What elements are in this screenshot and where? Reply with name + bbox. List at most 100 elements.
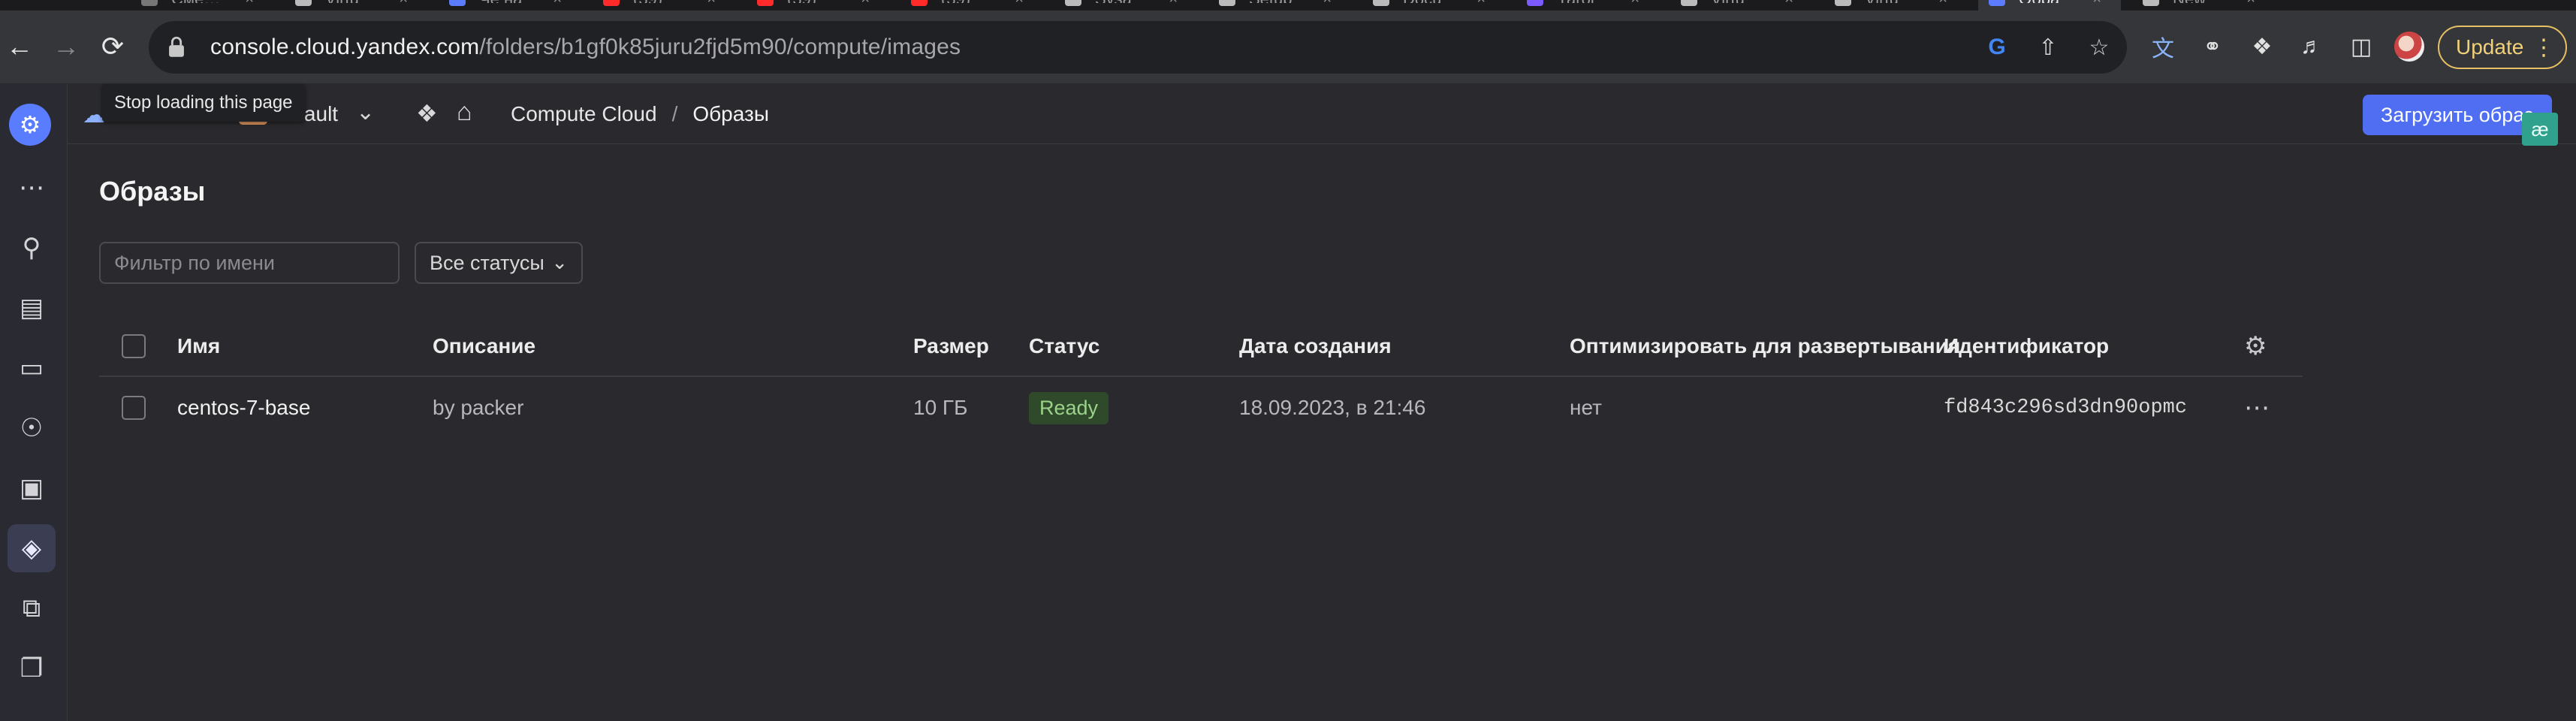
menu-dots-icon[interactable]: ⋮ (2532, 35, 2555, 61)
close-tab-icon[interactable]: × (245, 0, 254, 7)
tab-favicon-icon (1373, 0, 1389, 6)
console-header: ☁ cloud-PI-3 default ⌄ ❖ ⌂ Compute Cloud… (68, 84, 2576, 144)
column-created[interactable]: Дата создания (1239, 315, 1392, 377)
console-left-rail: ⚙ ⋯ ⚲ ▤ ▭ ☉ ▣ ◈ ⧉ ❐ (0, 84, 68, 721)
yandex-cloud-logo-icon[interactable]: ⚙ (9, 104, 51, 146)
address-bar[interactable]: console.cloud.yandex.com/folders/b1gf0k8… (149, 21, 2127, 74)
snapshots-icon[interactable]: ❐ (8, 644, 56, 692)
close-tab-icon[interactable]: × (553, 0, 562, 7)
table-header: Имя Описание Размер Статус Дата создания… (99, 315, 2303, 377)
chevron-down-icon[interactable]: ⌄ (356, 99, 375, 125)
image-optimize: нет (1570, 396, 1602, 419)
extension-badge-icon[interactable]: æ (2522, 113, 2558, 146)
layers-icon[interactable]: ◈ (8, 524, 56, 572)
back-icon[interactable]: ← (0, 27, 39, 66)
close-tab-icon[interactable]: × (1630, 0, 1639, 7)
translate-icon[interactable]: 文 (2149, 30, 2176, 63)
browser-tab[interactable]: Sysa × (1054, 0, 1197, 11)
close-tab-icon[interactable]: × (1169, 0, 1178, 7)
more-actions-icon[interactable]: ⋯ (2244, 393, 2271, 423)
tab-label: Sysa (1095, 0, 1132, 3)
close-tab-icon[interactable]: × (399, 0, 408, 7)
browser-tab[interactable]: Virtu × (285, 0, 427, 11)
network-icon[interactable]: ☉ (8, 404, 56, 452)
browser-tab[interactable]: New × (2132, 0, 2275, 11)
column-id[interactable]: Идентификатор (1944, 315, 2109, 377)
image-id[interactable]: fd843c296sd3dn90opmc (1944, 377, 2187, 439)
tab-favicon-icon (1989, 0, 2005, 6)
status-badge: Ready (1029, 391, 1109, 424)
tab-label: Сме… (171, 0, 220, 3)
tab-favicon-icon (1065, 0, 1081, 6)
image-created: 18.09.2023, в 21:46 (1239, 396, 1426, 419)
browser-tab[interactable]: Virtu × (1824, 0, 1967, 11)
close-tab-icon[interactable]: × (1784, 0, 1793, 7)
close-tab-icon[interactable]: × (1015, 0, 1024, 7)
groups-icon[interactable]: ⧉ (8, 584, 56, 632)
browser-tab[interactable]: (39) × (900, 0, 1043, 11)
tab-label: New (2173, 0, 2206, 3)
close-tab-icon[interactable]: × (1477, 0, 1486, 7)
select-all-checkbox[interactable] (122, 334, 146, 358)
browser-tab[interactable]: Обра × (1978, 0, 2121, 11)
home-icon[interactable]: ⌂ (457, 98, 472, 127)
tab-label: Обра (2019, 0, 2059, 3)
tab-favicon-icon (295, 0, 312, 6)
table-row[interactable]: centos-7-base by packer 10 ГБ Ready 18.0… (99, 377, 2303, 440)
status-filter-select[interactable]: Все статусы ⌄ (415, 242, 583, 284)
name-filter-input[interactable] (99, 242, 400, 284)
tab-label: Чё на (479, 0, 522, 3)
extensions-icon[interactable]: ❖ (2249, 34, 2276, 60)
vm-list-icon[interactable]: ▤ (8, 284, 56, 332)
browser-tab[interactable]: Docu × (1362, 0, 1505, 11)
column-optimize[interactable]: Оптимизировать для развертывания (1570, 315, 1960, 377)
all-services-icon[interactable]: ⋯ (8, 164, 56, 212)
close-tab-icon[interactable]: × (707, 0, 716, 7)
browser-tab[interactable]: Virtu × (1670, 0, 1813, 11)
browser-tab[interactable]: Setup × (1208, 0, 1351, 11)
share-icon[interactable]: ⇧ (2035, 35, 2061, 61)
browser-tab[interactable]: (39) × (593, 0, 735, 11)
browser-tab[interactable]: Сме… × (131, 0, 273, 11)
column-description[interactable]: Описание (433, 315, 535, 377)
tab-favicon-icon (1219, 0, 1235, 6)
tab-label: Yaroi (1557, 0, 1594, 3)
column-status[interactable]: Статус (1029, 315, 1099, 377)
profile-avatar[interactable] (2394, 32, 2424, 62)
close-tab-icon[interactable]: × (1938, 0, 1947, 7)
browser-tab[interactable]: Чё на × (439, 0, 581, 11)
google-icon[interactable]: G (1984, 35, 2010, 60)
media-icon[interactable]: ♬ (2298, 34, 2325, 59)
url-text: console.cloud.yandex.com/folders/b1gf0k8… (210, 35, 961, 59)
status-filter-value: Все статусы (430, 251, 544, 274)
forward-icon[interactable]: → (47, 27, 86, 66)
column-name[interactable]: Имя (177, 315, 220, 377)
column-size[interactable]: Размер (913, 315, 989, 377)
image-name[interactable]: centos-7-base (177, 377, 310, 439)
reader-icon[interactable]: ⚭ (2199, 34, 2226, 60)
tab-label: (39) (787, 0, 816, 3)
tab-label: Docu (1403, 0, 1441, 3)
images-icon[interactable]: ▣ (8, 464, 56, 512)
close-tab-icon[interactable]: × (2246, 0, 2255, 7)
browser-tab[interactable]: Yaroi × (1516, 0, 1659, 11)
bookmark-star-icon[interactable]: ☆ (2086, 35, 2112, 61)
close-tab-icon[interactable]: × (1323, 0, 1332, 7)
image-description: by packer (433, 396, 524, 419)
row-checkbox[interactable] (122, 396, 146, 420)
search-icon[interactable]: ⚲ (8, 224, 56, 272)
close-tab-icon[interactable]: × (2092, 0, 2101, 7)
disks-icon[interactable]: ▭ (8, 344, 56, 392)
page-title: Образы (99, 176, 206, 207)
breadcrumb-compute-cloud[interactable]: Compute Cloud (511, 102, 657, 126)
close-tab-icon[interactable]: × (861, 0, 870, 7)
tab-favicon-icon (911, 0, 928, 6)
service-icon[interactable]: ❖ (416, 99, 438, 128)
update-button[interactable]: Update ⋮ (2438, 26, 2567, 69)
sidebar-icon[interactable]: ◫ (2348, 34, 2375, 60)
reload-icon[interactable]: ⟳ (93, 27, 132, 66)
images-table: Имя Описание Размер Статус Дата создания… (99, 315, 2303, 440)
gear-icon[interactable]: ⚙ (2244, 331, 2267, 361)
browser-tab[interactable]: (39) × (747, 0, 889, 11)
breadcrumb: Compute Cloud / Образы (511, 102, 769, 126)
